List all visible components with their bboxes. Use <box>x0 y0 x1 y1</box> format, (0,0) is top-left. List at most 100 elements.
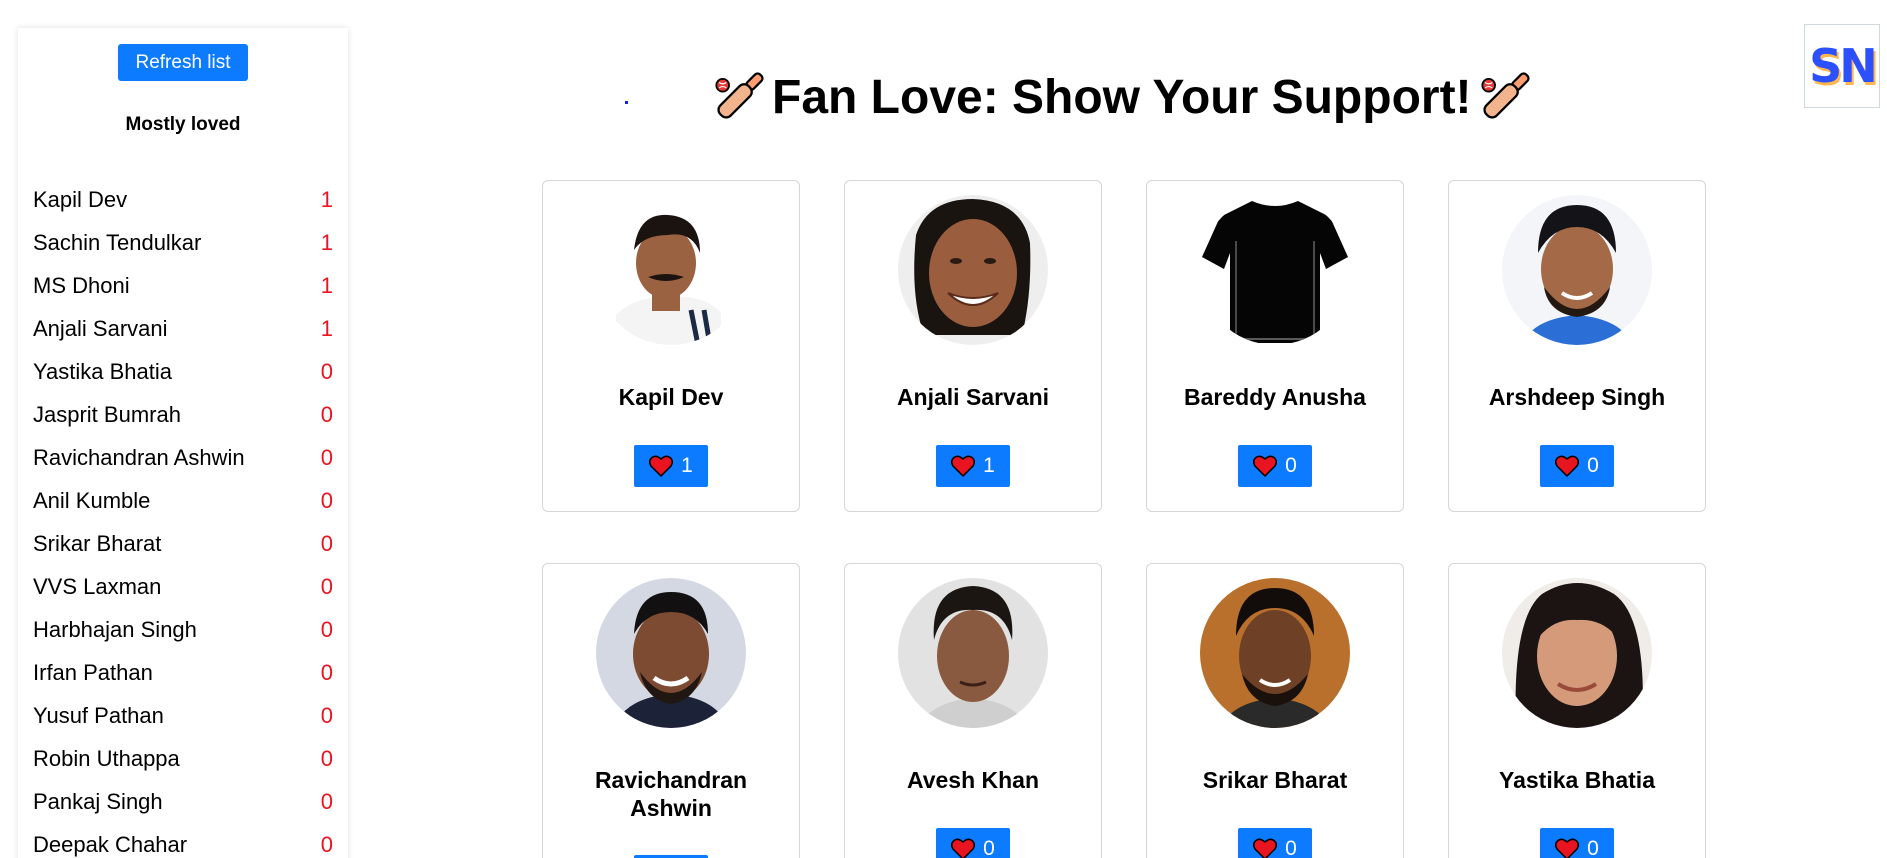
list-item-count: 1 <box>320 186 333 212</box>
like-button[interactable]: 1 <box>634 445 708 487</box>
list-item-count: 0 <box>320 444 333 470</box>
player-name: Anjali Sarvani <box>896 384 1050 410</box>
like-button[interactable]: 0 <box>1540 828 1614 858</box>
player-photo <box>898 578 1048 728</box>
player-card: Kapil Dev 1 <box>542 180 800 512</box>
list-item: Anjali Sarvani 1 <box>33 307 333 350</box>
list-item-name: Anjali Sarvani <box>33 315 168 341</box>
list-item: Yastika Bhatia 0 <box>33 350 333 393</box>
like-count: 0 <box>1587 837 1599 858</box>
like-count: 1 <box>681 454 693 477</box>
player-name: Ravichandran Ashwin <box>594 767 748 821</box>
heart-icon <box>1555 455 1580 477</box>
list-item: MS Dhoni 1 <box>33 264 333 307</box>
sidebar: Refresh list Mostly loved Kapil Dev 1 Sac… <box>18 28 348 858</box>
list-item-name: Pankaj Singh <box>33 788 163 814</box>
heart-icon <box>951 455 976 477</box>
like-count: 0 <box>1587 454 1599 477</box>
player-photo <box>898 195 1048 345</box>
list-item-count: 1 <box>320 229 333 255</box>
player-card: Yastika Bhatia 0 <box>1448 563 1706 858</box>
player-name: Avesh Khan <box>906 767 1040 793</box>
list-item: Jasprit Bumrah 0 <box>33 393 333 436</box>
list-item-count: 0 <box>320 659 333 685</box>
list-item: Deepak Chahar 0 <box>33 823 333 858</box>
like-button[interactable]: 0 <box>936 828 1010 858</box>
player-card: Arshdeep Singh 0 <box>1448 180 1706 512</box>
player-name: Kapil Dev <box>618 384 724 410</box>
list-item: Yusuf Pathan 0 <box>33 694 333 737</box>
heart-icon <box>1555 838 1580 858</box>
like-button[interactable]: 0 <box>1238 828 1312 858</box>
stray-dot <box>625 101 628 104</box>
list-item-count: 0 <box>320 401 333 427</box>
player-name: Arshdeep Singh <box>1488 384 1666 410</box>
page-title: Fan Love: Show Your Support! <box>710 66 1534 128</box>
like-count: 0 <box>1285 837 1297 858</box>
list-item-name: Jasprit Bumrah <box>33 401 181 427</box>
like-button[interactable]: 0 <box>1238 445 1312 487</box>
list-item-count: 0 <box>320 487 333 513</box>
list-item-count: 0 <box>320 616 333 642</box>
player-card: Avesh Khan 0 <box>844 563 1102 858</box>
cricket-bat-icon <box>715 72 764 119</box>
list-item: Pankaj Singh 0 <box>33 780 333 823</box>
list-item-count: 0 <box>320 530 333 556</box>
player-name: Yastika Bhatia <box>1499 767 1655 793</box>
list-item: Kapil Dev 1 <box>33 178 333 221</box>
player-card: Ravichandran Ashwin 0 <box>542 563 800 858</box>
list-item-count: 1 <box>320 272 333 298</box>
player-photo <box>1200 578 1350 728</box>
site-logo[interactable]: SN <box>1804 24 1880 108</box>
player-photo <box>1502 195 1652 345</box>
list-item-name: VVS Laxman <box>33 573 162 599</box>
list-item: Ravichandran Ashwin 0 <box>33 436 333 479</box>
sidebar-title: Mostly loved <box>125 114 241 135</box>
list-item: Anil Kumble 0 <box>33 479 333 522</box>
cricket-bat-icon <box>1480 72 1530 119</box>
like-button[interactable]: 1 <box>936 445 1010 487</box>
like-count: 1 <box>983 454 995 477</box>
list-item-name: Yastika Bhatia <box>33 358 173 384</box>
player-photo <box>1502 578 1652 728</box>
list-item-name: Yusuf Pathan <box>33 702 164 728</box>
list-item-count: 0 <box>320 358 333 384</box>
player-name: Srikar Bharat <box>1202 767 1348 793</box>
player-card: Bareddy Anusha 0 <box>1146 180 1404 512</box>
player-name: Bareddy Anusha <box>1184 384 1366 410</box>
jersey-placeholder-icon <box>1200 195 1350 345</box>
list-item-count: 0 <box>320 702 333 728</box>
list-item-count: 0 <box>320 745 333 771</box>
player-card: Srikar Bharat 0 <box>1146 563 1404 858</box>
list-item-count: 0 <box>320 831 333 857</box>
list-item: Sachin Tendulkar 1 <box>33 221 333 264</box>
heart-icon <box>951 838 976 858</box>
player-card: Anjali Sarvani 1 <box>844 180 1102 512</box>
like-count: 0 <box>983 837 995 858</box>
player-photo <box>596 578 746 728</box>
list-item: Robin Uthappa 0 <box>33 737 333 780</box>
list-item: Srikar Bharat 0 <box>33 522 333 565</box>
loved-list: Kapil Dev 1 Sachin Tendulkar 1 MS Dhoni 1 A… <box>33 178 333 858</box>
heart-icon <box>1253 838 1278 858</box>
list-item-count: 1 <box>320 315 333 341</box>
list-item-name: Srikar Bharat <box>33 530 162 556</box>
list-item: Irfan Pathan 0 <box>33 651 333 694</box>
list-item-name: Ravichandran Ashwin <box>33 444 245 470</box>
player-photo <box>596 195 746 345</box>
like-count: 0 <box>1285 454 1297 477</box>
list-item-name: Irfan Pathan <box>33 659 153 685</box>
list-item-count: 0 <box>320 573 333 599</box>
list-item-name: Sachin Tendulkar <box>33 229 202 255</box>
heart-icon <box>649 455 674 477</box>
list-item-name: MS Dhoni <box>33 272 130 298</box>
page-title-text: Fan Love: Show Your Support! <box>772 70 1472 124</box>
heart-icon <box>1253 455 1278 477</box>
list-item-name: Kapil Dev <box>33 186 128 212</box>
list-item-name: Anil Kumble <box>33 487 151 513</box>
list-item-count: 0 <box>320 788 333 814</box>
like-button[interactable]: 0 <box>1540 445 1614 487</box>
refresh-list-button[interactable]: Refresh list <box>118 44 248 81</box>
list-item: VVS Laxman 0 <box>33 565 333 608</box>
list-item-name: Robin Uthappa <box>33 745 180 771</box>
